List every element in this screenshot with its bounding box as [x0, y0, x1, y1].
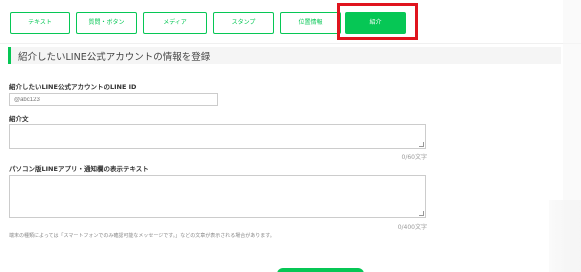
resize-grip-icon[interactable]: [419, 211, 424, 216]
line-id-label: 紹介したいLINE公式アカウントのLINE ID: [9, 83, 137, 91]
pc-text-counter: 0/400文字: [397, 224, 427, 231]
tab-question-button[interactable]: 質問・ボタン: [76, 12, 137, 34]
tab-media[interactable]: メディア: [143, 12, 207, 34]
pc-text-label: パソコン版LINEアプリ・通知欄の表示テキスト: [9, 165, 149, 173]
tab-introduction[interactable]: 紹介: [345, 12, 406, 34]
scrollbar-track: [563, 0, 581, 272]
section-header: 紹介したいLINE公式アカウントの情報を登録: [8, 47, 561, 64]
intro-text-label: 紹介文: [9, 115, 29, 123]
tab-location[interactable]: 位置情報: [280, 12, 341, 34]
save-button[interactable]: [277, 268, 364, 272]
message-type-tabs: テキスト 質問・ボタン メディア スタンプ 位置情報 紹介: [10, 10, 430, 36]
tab-stamp[interactable]: スタンプ: [213, 12, 274, 34]
intro-text-textarea[interactable]: [9, 124, 426, 149]
section-title: 紹介したいLINE公式アカウントの情報を登録: [18, 52, 211, 63]
line-id-input[interactable]: [9, 93, 218, 106]
resize-grip-icon[interactable]: [419, 142, 424, 147]
tab-text[interactable]: テキスト: [10, 12, 70, 34]
device-note: 端末の種類によっては「スマートフォンでのみ確認可能なメッセージです。」などの文章…: [9, 233, 275, 239]
pc-text-textarea[interactable]: [9, 175, 426, 218]
divider: [0, 43, 581, 44]
intro-text-counter: 0/60文字: [401, 154, 427, 161]
